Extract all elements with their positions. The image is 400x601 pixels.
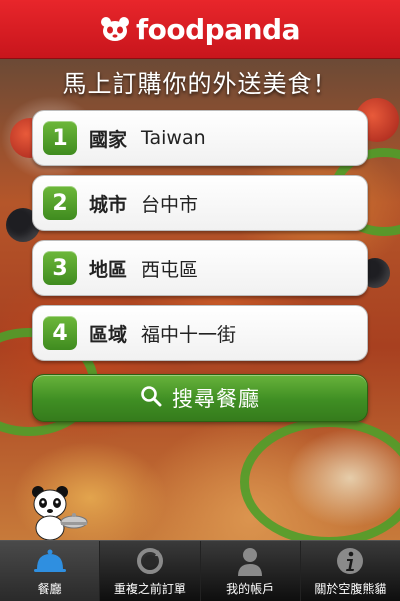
- step-number-badge: 4: [43, 316, 77, 350]
- step-number-badge: 1: [43, 121, 77, 155]
- cloche-icon: [33, 545, 67, 577]
- district-value: 西屯區: [141, 258, 199, 281]
- tab-about[interactable]: 關於空腹熊貓: [301, 541, 400, 601]
- refresh-icon: [133, 545, 167, 577]
- country-label: 國家: [89, 128, 128, 151]
- city-label: 城市: [89, 193, 128, 216]
- page-headline: 馬上訂購你的外送美食！: [62, 70, 338, 98]
- tab-reorder[interactable]: 重複之前訂單: [100, 541, 201, 601]
- country-selector[interactable]: 1 國家 Taiwan: [32, 110, 368, 166]
- person-icon: [233, 545, 267, 577]
- tab-label: 我的帳戶: [226, 582, 275, 596]
- panda-logo-icon: [100, 16, 130, 42]
- bottom-tab-bar: 餐廳 重複之前訂單 我的帳戶 關於空腹熊貓: [0, 540, 400, 601]
- city-value: 台中市: [141, 193, 199, 216]
- step-number-badge: 3: [43, 251, 77, 285]
- step-number-badge: 2: [43, 186, 77, 220]
- magnifier-icon: [140, 385, 162, 411]
- country-value: Taiwan: [141, 127, 206, 149]
- foodpanda-logo: foodpanda: [100, 12, 301, 46]
- search-button-label: 搜尋餐廳: [172, 387, 260, 411]
- tab-label: 重複之前訂單: [113, 582, 186, 596]
- area-label: 區域: [89, 323, 128, 346]
- city-selector[interactable]: 2 城市 台中市: [32, 175, 368, 231]
- panda-mascot-image: [24, 484, 88, 541]
- top-bar: foodpanda: [0, 0, 400, 59]
- area-selector[interactable]: 4 區域 福中十一街: [32, 305, 368, 361]
- area-value: 福中十一街: [141, 323, 237, 346]
- tab-my-account[interactable]: 我的帳戶: [201, 541, 301, 601]
- tab-label: 餐廳: [37, 582, 62, 596]
- tab-restaurants[interactable]: 餐廳: [0, 541, 101, 601]
- district-label: 地區: [89, 258, 128, 281]
- district-selector[interactable]: 3 地區 西屯區: [32, 240, 368, 296]
- info-icon: [333, 545, 367, 577]
- brand-name: foodpanda: [135, 12, 301, 46]
- tab-label: 關於空腹熊貓: [314, 582, 387, 596]
- search-restaurants-button[interactable]: 搜尋餐廳: [32, 374, 368, 422]
